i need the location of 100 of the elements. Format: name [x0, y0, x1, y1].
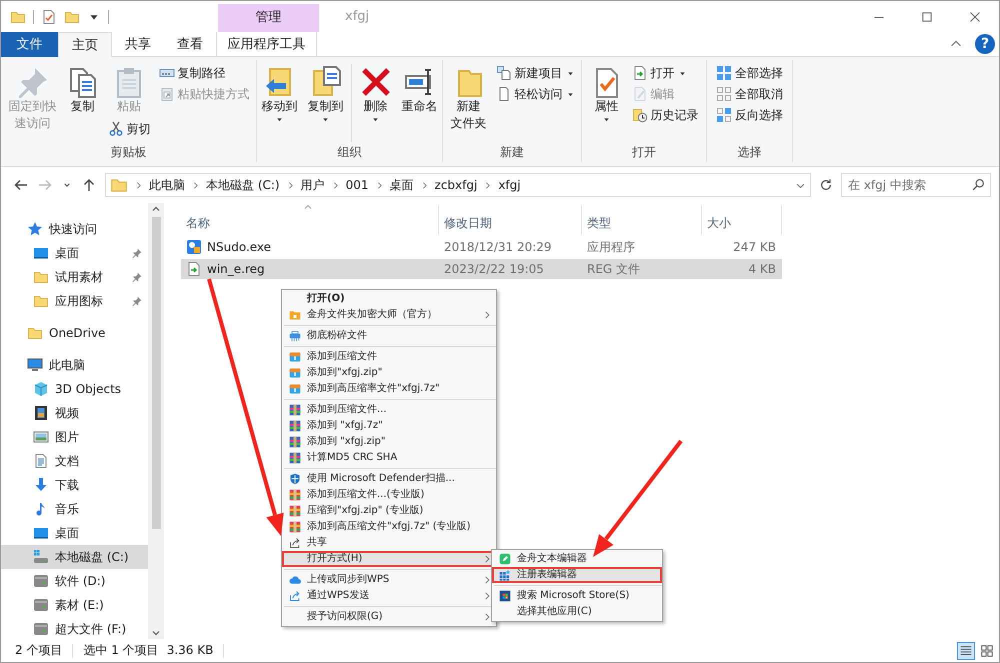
- table-cell: NSudo.exe: [207, 240, 272, 254]
- ribbon-button[interactable]: 复制到: [304, 64, 346, 126]
- file-row[interactable]: NSudo.exe 2018/12/31 20:29 应用程序 247 KB: [181, 237, 782, 257]
- status-text: 选中 1 个项目: [83, 643, 159, 658]
- menu-item[interactable]: 搜索 Microsoft Store(S): [492, 588, 662, 604]
- document-check-icon[interactable]: [41, 8, 57, 24]
- menu-item[interactable]: 彻底粉碎文件: [282, 328, 496, 344]
- tab-group-label: 管理: [218, 4, 319, 32]
- breadcrumb[interactable]: 用户: [300, 178, 325, 192]
- breadcrumb[interactable]: 本地磁盘 (C:): [206, 178, 280, 192]
- nav-item[interactable]: 文档: [1, 449, 148, 473]
- pin-icon: [132, 272, 142, 282]
- pin-icon: [132, 296, 142, 306]
- nav-item[interactable]: 图片: [1, 425, 148, 449]
- maximize-icon[interactable]: [921, 10, 933, 22]
- nav-item[interactable]: 试用素材: [1, 265, 148, 289]
- ribbon-button[interactable]: 新建 文件夹: [448, 64, 490, 135]
- view-button[interactable]: [957, 642, 975, 660]
- archive-icon: [289, 367, 301, 379]
- nav-item[interactable]: 本地磁盘 (C:): [1, 545, 148, 569]
- ribbon-button[interactable]: 新建项目: [494, 64, 576, 82]
- address-bar[interactable]: 此电脑 本地磁盘 (C:) 用户 001 桌面 zcbxfgj xfgj: [105, 173, 811, 197]
- ribbon-button[interactable]: 全部取消: [714, 85, 785, 103]
- ribbon-button[interactable]: 删除: [356, 64, 394, 126]
- shredder-icon: [289, 330, 301, 342]
- help-button[interactable]: ?: [975, 34, 995, 54]
- column-header[interactable]: 大小: [702, 205, 782, 235]
- column-header[interactable]: 名称: [181, 205, 439, 235]
- editor-icon: [499, 553, 511, 565]
- archive-icon: [289, 383, 301, 395]
- menu-item[interactable]: 添加到压缩文件: [282, 349, 496, 365]
- menu-item[interactable]: 添加到高压缩率文件"xfgj.7z": [282, 381, 496, 397]
- breadcrumb[interactable]: 此电脑: [149, 178, 185, 192]
- file-row[interactable]: win_e.reg 2023/2/22 19:05 REG 文件 4 KB: [181, 259, 782, 279]
- column-header[interactable]: 修改日期: [439, 205, 582, 235]
- scrollbar[interactable]: [148, 203, 164, 639]
- menu-item[interactable]: 添加到压缩文件...(专业版): [282, 487, 496, 503]
- drive-icon: [33, 549, 49, 565]
- breadcrumb[interactable]: xfgj: [498, 178, 521, 192]
- select-all-icon: [716, 65, 732, 81]
- search-field[interactable]: 在 xfgj 中搜索: [841, 173, 991, 197]
- ribbon-tab[interactable]: 主页: [58, 32, 112, 58]
- menu-item[interactable]: 添加到压缩文件...: [282, 402, 496, 418]
- nav-item[interactable]: 快速访问: [1, 217, 148, 241]
- menu-item[interactable]: 添加到高压缩文件"xfgj.7z" (专业版): [282, 519, 496, 535]
- ribbon-button[interactable]: 轻松访问: [494, 85, 576, 103]
- nav-item[interactable]: 素材 (E:): [1, 593, 148, 617]
- menu-item[interactable]: 共享: [282, 535, 496, 551]
- table-cell: win_e.reg: [207, 262, 265, 276]
- menu-item[interactable]: 计算MD5 CRC SHA: [282, 450, 496, 466]
- nav-item[interactable]: 此电脑: [1, 353, 148, 377]
- ribbon-button[interactable]: 全部选择: [714, 64, 785, 82]
- group-label: 选择: [736, 144, 762, 161]
- menu-item[interactable]: 通过WPS发送: [282, 588, 496, 604]
- menu-item[interactable]: 金舟文件夹加密大师（官方）: [282, 307, 496, 323]
- menu-item[interactable]: 添加到 "xfgj.7z": [282, 418, 496, 434]
- breadcrumb[interactable]: zcbxfgj: [434, 178, 478, 192]
- ribbon-tab[interactable]: 查看: [164, 32, 216, 57]
- ribbon-button[interactable]: 剪切: [106, 120, 152, 138]
- column-header[interactable]: 类型: [582, 205, 702, 235]
- ribbon-button[interactable]: 历史记录: [630, 106, 700, 124]
- invert-selection-icon: [716, 107, 732, 123]
- ribbon-button[interactable]: 重命名: [398, 64, 440, 118]
- nav-item[interactable]: 3D Objects: [1, 377, 148, 401]
- folder-icon: [33, 293, 49, 309]
- menu-item[interactable]: 打开(O): [282, 291, 496, 307]
- nav-item[interactable]: 应用图标: [1, 289, 148, 313]
- menu-item[interactable]: 压缩到"xfgj.zip" (专业版): [282, 503, 496, 519]
- nav-item[interactable]: 桌面: [1, 521, 148, 545]
- scroll-thumb[interactable]: [152, 217, 160, 529]
- ribbon-button[interactable]: 反向选择: [714, 106, 785, 124]
- nav-item[interactable]: 超大文件 (F:): [1, 617, 148, 641]
- ribbon-button[interactable]: 属性: [588, 64, 626, 126]
- close-icon[interactable]: [969, 10, 981, 22]
- menu-item[interactable]: 注册表编辑器: [492, 567, 662, 583]
- ribbon-tab[interactable]: 共享: [112, 32, 164, 57]
- menu-item[interactable]: 添加到"xfgj.zip": [282, 365, 496, 381]
- table-cell: 2023/2/22 19:05: [444, 262, 544, 276]
- breadcrumb[interactable]: 001: [346, 178, 369, 192]
- search-icon[interactable]: [972, 178, 985, 191]
- nav-item[interactable]: 桌面: [1, 241, 148, 265]
- ribbon-button[interactable]: 移动到: [258, 64, 300, 126]
- nav-item[interactable]: 视频: [1, 401, 148, 425]
- folder-lock-icon: [289, 309, 301, 321]
- history-icon: [632, 107, 648, 123]
- breadcrumb[interactable]: 桌面: [390, 178, 414, 192]
- select-none-icon: [716, 86, 732, 102]
- menu-item[interactable]: 添加到 "xfgj.zip": [282, 434, 496, 450]
- nav-item[interactable]: OneDrive: [1, 321, 148, 345]
- menu-item[interactable]: 使用 Microsoft Defender扫描...: [282, 471, 496, 487]
- ribbon-tab[interactable]: 文件: [1, 32, 58, 57]
- desktop-icon: [33, 525, 49, 541]
- nav-item[interactable]: 软件 (D:): [1, 569, 148, 593]
- refresh-icon[interactable]: [819, 178, 833, 192]
- ribbon-button[interactable]: 复制: [64, 64, 102, 118]
- ribbon-button[interactable]: 复制路径: [156, 64, 252, 82]
- ribbon-button[interactable]: 打开: [630, 64, 700, 82]
- application-icon: [186, 239, 202, 255]
- nav-item[interactable]: 下载: [1, 473, 148, 497]
- nav-item[interactable]: 音乐: [1, 497, 148, 521]
